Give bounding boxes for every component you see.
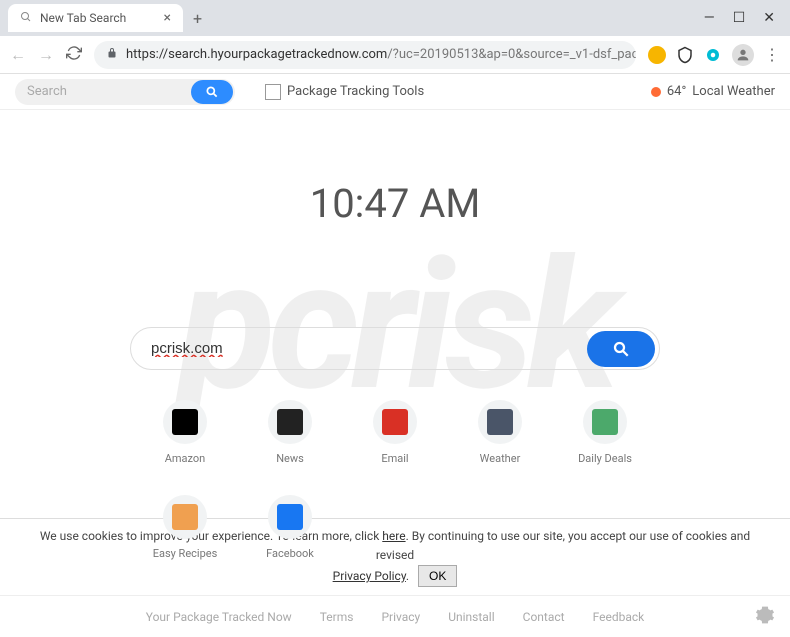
shortcut-icon — [478, 400, 522, 444]
shortcut-weather[interactable]: Weather — [460, 400, 540, 465]
forward-button[interactable]: → — [38, 45, 54, 65]
gear-icon[interactable] — [755, 605, 775, 628]
shortcut-news[interactable]: News — [250, 400, 330, 465]
weather-widget[interactable]: 64° Local Weather — [651, 84, 775, 99]
main-search-input[interactable] — [151, 340, 587, 357]
footer-link-terms[interactable]: Terms — [320, 610, 354, 624]
app-toolbar: Search Package Tracking Tools 64° Local … — [0, 74, 790, 110]
footer-link-privacy[interactable]: Privacy — [381, 610, 420, 624]
shortcut-label: Facebook — [266, 547, 314, 560]
maximize-button[interactable]: ☐ — [733, 10, 746, 26]
shortcut-icon — [268, 400, 312, 444]
shortcut-easy-recipes[interactable]: Easy Recipes — [145, 495, 225, 560]
toolbar-app-link[interactable]: Package Tracking Tools — [265, 84, 424, 100]
new-tab-button[interactable]: + — [193, 9, 202, 28]
minimize-button[interactable]: — — [704, 10, 715, 26]
package-icon — [265, 84, 281, 100]
nav-bar: ← → https://search.hyourpackagetrackedno… — [0, 36, 790, 74]
footer: Your Package Tracked Now Terms Privacy Unin… — [0, 595, 790, 637]
shortcut-facebook[interactable]: Facebook — [250, 495, 330, 560]
clock: 10:47 AM — [310, 180, 481, 227]
main-search-button[interactable] — [587, 331, 655, 367]
shortcut-icon — [163, 400, 207, 444]
browser-tab[interactable]: New Tab Search × — [8, 4, 183, 32]
shortcut-label: Daily Deals — [578, 452, 632, 465]
privacy-policy-link[interactable]: Privacy Policy — [333, 569, 406, 583]
shortcut-amazon[interactable]: Amazon — [145, 400, 225, 465]
toolbar-app-label: Package Tracking Tools — [287, 84, 424, 99]
address-bar[interactable]: https://search.hyourpackagetrackednow.co… — [94, 41, 636, 69]
search-icon — [20, 11, 32, 26]
close-icon[interactable]: × — [164, 10, 171, 26]
mini-search-bar[interactable]: Search — [15, 79, 235, 105]
shortcut-daily-deals[interactable]: Daily Deals — [565, 400, 645, 465]
weather-temp: 64° — [667, 84, 686, 99]
footer-link-feedback[interactable]: Feedback — [593, 610, 645, 624]
main-search-bar — [130, 327, 660, 370]
weather-label: Local Weather — [692, 84, 775, 99]
footer-link-contact[interactable]: Contact — [523, 610, 565, 624]
lock-icon — [106, 47, 118, 63]
profile-avatar[interactable] — [732, 44, 754, 66]
shortcut-email[interactable]: Email — [355, 400, 435, 465]
shortcut-label: Easy Recipes — [153, 547, 218, 560]
extension-icon-1[interactable] — [648, 46, 666, 64]
shortcut-icon — [373, 400, 417, 444]
shortcut-label: Email — [381, 452, 408, 465]
shortcut-label: News — [276, 452, 304, 465]
main-content: pcrisk 10:47 AM AmazonNewsEmailWeatherDa… — [0, 110, 790, 560]
window-controls: — ☐ ✕ — [704, 10, 790, 26]
tab-bar: New Tab Search × + — ☐ ✕ — [0, 0, 790, 36]
close-window-button[interactable]: ✕ — [763, 10, 775, 26]
cookie-ok-button[interactable]: OK — [418, 565, 457, 587]
extension-icons: ⋮ — [648, 44, 780, 66]
shortcut-label: Amazon — [165, 452, 206, 465]
shortcut-label: Weather — [480, 452, 521, 465]
shortcut-icon — [583, 400, 627, 444]
footer-link-your-package-tracked-now[interactable]: Your Package Tracked Now — [146, 610, 292, 624]
url-text: https://search.hyourpackagetrackednow.co… — [126, 47, 636, 62]
footer-link-uninstall[interactable]: Uninstall — [448, 610, 494, 624]
shield-icon[interactable] — [676, 46, 694, 64]
back-button[interactable]: ← — [10, 45, 26, 65]
menu-button[interactable]: ⋮ — [764, 45, 780, 64]
sun-icon — [651, 87, 661, 97]
reload-button[interactable] — [66, 45, 82, 65]
tab-title: New Tab Search — [40, 11, 126, 25]
location-icon[interactable] — [704, 46, 722, 64]
shortcuts-grid: Amazon News Email Weather Daily Deals Easy Re… — [145, 400, 645, 560]
mini-search-placeholder: Search — [27, 84, 67, 99]
mini-search-button[interactable] — [191, 80, 233, 104]
browser-chrome: New Tab Search × + — ☐ ✕ ← → https://sea… — [0, 0, 790, 74]
shortcut-icon — [268, 495, 312, 539]
shortcut-icon — [163, 495, 207, 539]
